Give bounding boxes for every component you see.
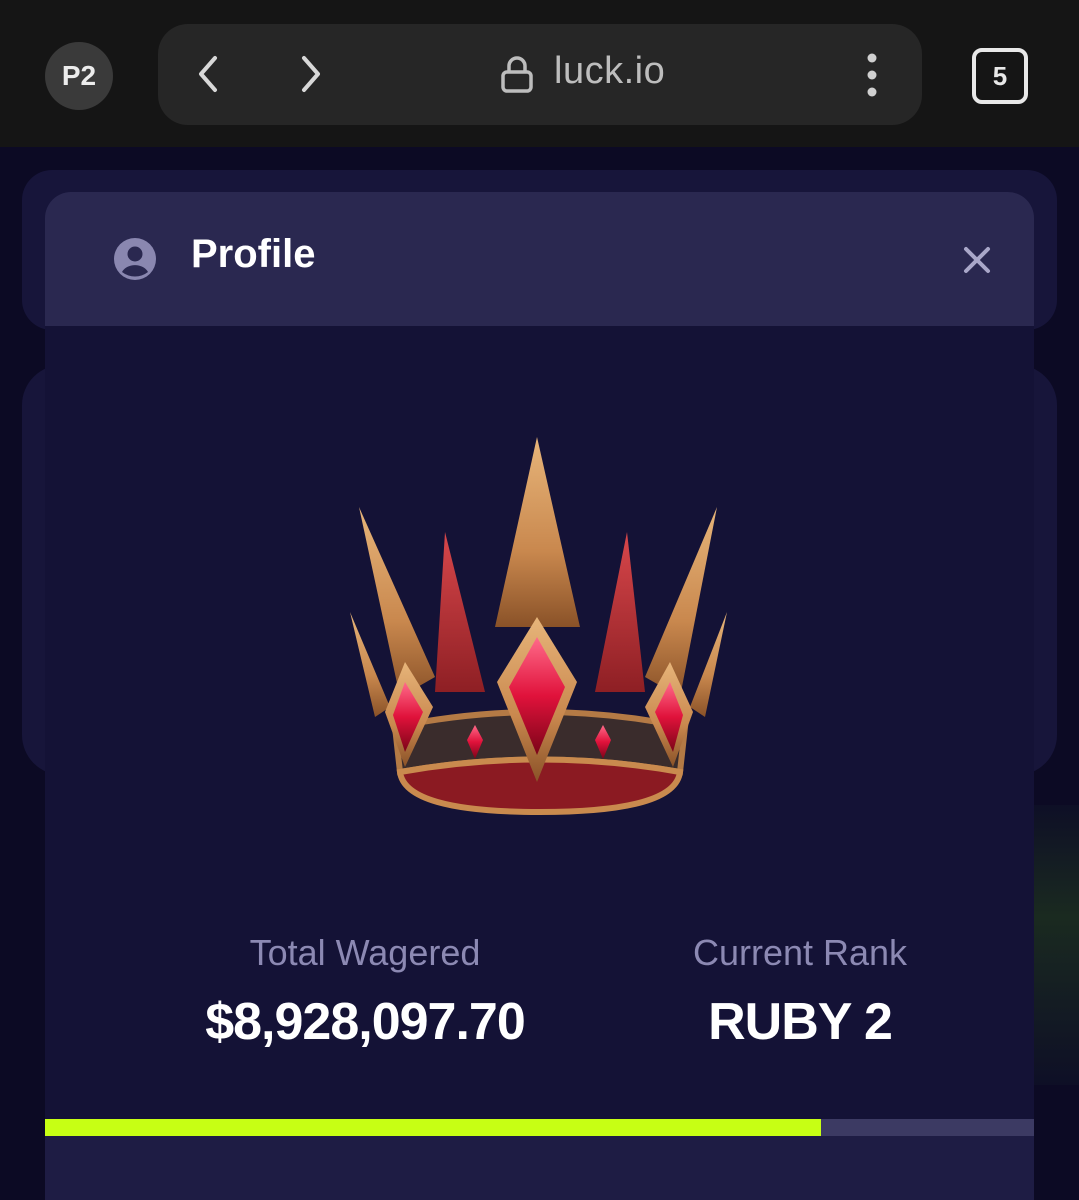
- browser-toolbar: P2 luck.io 5: [0, 0, 1079, 147]
- rank-progress-bar: [45, 1119, 1034, 1136]
- address-bar[interactable]: luck.io: [158, 24, 922, 125]
- profile-modal: Profile Total Wagered $8,928,097.70 Curr…: [45, 192, 1034, 1200]
- close-icon[interactable]: [961, 244, 993, 276]
- rank-progress-fill: [45, 1119, 822, 1136]
- tab-switcher-button[interactable]: 5: [972, 48, 1028, 104]
- background-glow: [1034, 805, 1079, 1085]
- current-rank-value: RUBY 2: [708, 993, 893, 1051]
- lock-icon: [500, 56, 534, 94]
- total-wagered-label: Total Wagered: [249, 932, 481, 973]
- modal-title: Profile: [191, 232, 316, 276]
- more-vertical-icon[interactable]: [858, 52, 886, 98]
- forward-arrow-icon[interactable]: [291, 54, 331, 94]
- url-text[interactable]: luck.io: [554, 50, 665, 93]
- crown-icon: [345, 437, 735, 822]
- modal-header: Profile: [45, 192, 1034, 326]
- current-rank-label: Current Rank: [692, 932, 908, 973]
- back-arrow-icon[interactable]: [188, 54, 228, 94]
- modal-footer: [45, 1136, 1034, 1200]
- user-circle-icon: [113, 237, 157, 281]
- total-wagered-value: $8,928,097.70: [205, 993, 526, 1051]
- browser-profile-button[interactable]: P2: [45, 42, 113, 110]
